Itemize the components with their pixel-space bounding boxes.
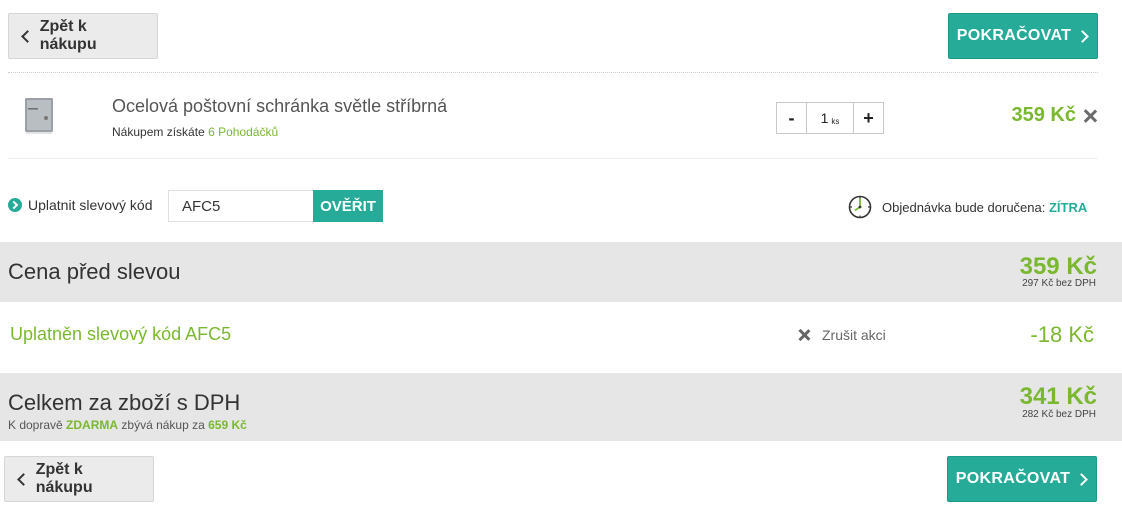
free-shipping-note: K dopravě ZDARMA zbývá nákup za 659 Kč — [8, 418, 247, 432]
chevron-circle-right-icon — [8, 198, 22, 212]
quantity-value: 1 — [820, 110, 829, 126]
item-price: 359 Kč — [1011, 104, 1077, 126]
back-to-shop-label: Zpět k nákupu — [39, 18, 97, 53]
cancel-discount-link[interactable]: Zrušit akci — [822, 327, 886, 343]
chevron-right-icon — [1079, 31, 1089, 41]
loyalty-points-text: Nákupem získáte 6 Pohodáčků — [112, 125, 278, 139]
continue-button-top[interactable]: POKRAČOVAT — [948, 13, 1098, 59]
shipping-middle: zbývá nákup za — [121, 418, 205, 432]
promo-code-label[interactable]: Uplatnit slevový kód — [28, 197, 153, 213]
product-name-link[interactable]: Ocelová poštovní schránka světle stříbrn… — [112, 96, 447, 117]
delivery-day: ZÍTRA — [1048, 200, 1088, 215]
mailbox-thumbnail[interactable] — [22, 96, 56, 136]
back-to-shop-button-top[interactable]: Zpět k nákupu — [8, 13, 158, 59]
continue-label: POKRAČOVAT — [955, 470, 1071, 487]
delivery-label: Objednávka bude doručena: — [882, 200, 1046, 215]
divider — [8, 158, 1098, 159]
chevron-left-icon — [17, 474, 27, 484]
points-value: 6 Pohodáčků — [208, 125, 279, 139]
quantity-input[interactable]: 1 ks — [807, 103, 853, 133]
clock-icon — [848, 195, 872, 219]
total-net: 282 Kč bez DPH — [1022, 409, 1096, 420]
shipping-prefix: K dopravě — [8, 418, 63, 432]
close-icon[interactable] — [797, 328, 811, 342]
continue-label: POKRAČOVAT — [956, 27, 1072, 44]
price-before-discount-value: 359 Kč — [1019, 253, 1097, 280]
back-to-shop-button-bottom[interactable]: Zpět k nákupu — [4, 456, 154, 502]
chevron-left-icon — [21, 31, 31, 41]
points-prefix: Nákupem získáte — [112, 125, 205, 139]
quantity-increase-button[interactable]: + — [853, 103, 883, 133]
discount-amount: -18 Kč — [1030, 322, 1094, 347]
quantity-decrease-button[interactable]: - — [777, 103, 807, 133]
promo-code-input[interactable] — [168, 190, 314, 222]
price-before-discount-label: Cena před slevou — [8, 259, 181, 284]
quantity-stepper: - 1 ks + — [776, 102, 884, 134]
chevron-right-icon — [1078, 474, 1088, 484]
applied-discount-label: Uplatněn slevový kód AFC5 — [10, 324, 232, 344]
remove-item-icon[interactable] — [1082, 108, 1098, 124]
verify-promo-button[interactable]: OVĚŘIT — [313, 190, 383, 222]
delivery-info: Objednávka bude doručena: ZÍTRA — [882, 200, 1087, 215]
continue-button-bottom[interactable]: POKRAČOVAT — [947, 456, 1097, 502]
back-to-shop-label: Zpět k nákupu — [35, 461, 93, 496]
quantity-unit: ks — [831, 116, 840, 126]
divider — [8, 72, 1098, 73]
total-label: Celkem za zboží s DPH — [8, 390, 241, 415]
shipping-remaining: 659 Kč — [208, 418, 247, 432]
total-price: 341 Kč — [1019, 383, 1097, 410]
price-before-discount-net: 297 Kč bez DPH — [1022, 278, 1096, 289]
shipping-free: ZDARMA — [66, 418, 119, 432]
